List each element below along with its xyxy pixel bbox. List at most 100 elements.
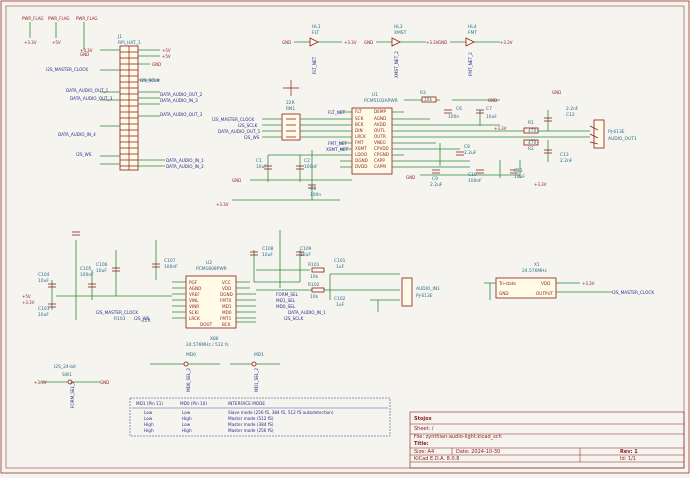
c101-value: 1uF — [336, 264, 345, 270]
hl1-gnd: GND — [282, 40, 291, 45]
r102-value: 10k — [310, 294, 319, 300]
x1-net-out: I2S_MASTER_CLOCK — [612, 290, 654, 295]
u2-pin-md1: MD1 — [222, 304, 232, 309]
hl4-net: FMT_NET_2 — [468, 52, 473, 76]
out-3v3: +3.3V — [494, 126, 507, 131]
u2-pin-bck: BCK — [222, 322, 231, 327]
u1-pin-capm: CAPM — [374, 164, 386, 169]
j1-value: RPi_HAT_1 — [118, 40, 141, 46]
x1-pin-out: OUTPUT — [536, 291, 554, 296]
u2-pin-lrck: LRCK — [189, 316, 200, 321]
u2-pin-agnd: AGND — [189, 286, 201, 291]
c104-ref: C104 — [38, 272, 50, 278]
sw-gnd: GND — [100, 380, 109, 385]
sw-md1-net: MD1_SEL_2 — [254, 368, 259, 392]
x1-value: 24.576MHz — [522, 268, 547, 274]
hl4-ref: HL4 — [468, 24, 477, 30]
u2-net-md1: MD1_SEL — [276, 298, 296, 303]
j1-net-out2: DATA_AUDIO_OUT_2 — [160, 92, 203, 97]
u1-pin-xsmt: XSMT — [355, 146, 367, 151]
u1-pin-capp: CAPP — [374, 158, 385, 163]
sw-md1-symbol — [251, 361, 257, 367]
hl1-ref: HL1 — [312, 24, 321, 30]
u1-pin-dvdd: DVDD — [355, 164, 367, 169]
c11-value: 10uF — [514, 174, 525, 180]
j1-net-out1: DATA_AUDIO_OUT_1 — [66, 88, 109, 93]
rn1-value: 22R — [286, 100, 295, 106]
u1-ref: U1 — [372, 92, 378, 98]
u2-pin-scki: SCKI — [189, 310, 199, 315]
table-cell: High — [182, 416, 192, 421]
hl4-3v3: +3.3V — [500, 40, 513, 45]
u1-pin-agnd: AGND — [374, 116, 386, 121]
r102-ref: R102 — [308, 282, 320, 288]
rail-5v-a: +5V — [52, 40, 61, 45]
table-cell: High — [144, 422, 154, 427]
u2-rail-5v: +5V — [22, 294, 31, 299]
u2-net-sclk: I2S_SCLK — [284, 316, 304, 321]
table-cell: Slave mode (256 fS, 384 fS, 512 fS autod… — [228, 410, 334, 415]
c108-ref: C108 — [262, 246, 274, 252]
j1-ref: J1 — [117, 34, 122, 40]
u1-pin-lrck: LRCK — [355, 134, 366, 139]
jack-in-label: AUDIO_IN1 — [416, 286, 440, 292]
u1-pin-cpvdd: CPVDD — [374, 146, 389, 151]
out-3v3-b: +3.3V — [534, 182, 547, 187]
j1-rail-3v3: +3.3V — [80, 48, 93, 53]
rn1-body — [281, 113, 301, 141]
out-gnd-top: GND — [488, 98, 497, 103]
c12-ref: C12 — [566, 112, 575, 118]
jack-out-label: AUDIO_OUT1 — [608, 136, 637, 142]
c105-ref: C105 — [80, 266, 92, 272]
u2-pin-fmt0: FMT0 — [220, 298, 232, 303]
hl1-3v3: +3.3V — [344, 40, 357, 45]
title-size: Size: A4 — [414, 449, 434, 455]
out-gnd-bottom: GND — [406, 175, 415, 180]
c106-ref: C106 — [96, 262, 108, 268]
u1-pin-outr: OUTR — [374, 134, 386, 139]
title-id: Id: 1/1 — [620, 456, 636, 462]
hl3-value: XMST — [394, 30, 407, 36]
c11-ref: C11 — [514, 168, 523, 174]
j1-net-in4: DATA_AUDIO_IN_4 — [58, 132, 96, 137]
x1-pin-gnd: GND — [499, 291, 509, 296]
title-date: Date: 2024-10-30 — [456, 449, 500, 455]
sw-label: I2S_24-bit — [54, 364, 76, 370]
title-label: Title: — [414, 441, 429, 447]
jack-out-body — [593, 119, 605, 149]
c101-ref: C101 — [334, 258, 346, 264]
hl3-gnd: GND — [364, 40, 373, 45]
r1-value: 470 — [528, 128, 537, 134]
u2-pin-md0: MD0 — [222, 310, 232, 315]
r1-ref: R1 — [528, 120, 534, 126]
c1-ref: C1 — [256, 158, 262, 164]
c108-value: 10uF — [262, 252, 273, 258]
x1-freq-note: 24.576MHz / 512 fs — [186, 342, 229, 348]
c102-value: 1uF — [336, 302, 345, 308]
c13-ref: C13 — [560, 152, 569, 158]
schematic-canvas: PWR_FLAG PWR_FLAG PWR_FLAG +3.3V +5V GND… — [0, 0, 690, 474]
r2-value: 470 — [528, 140, 537, 146]
j1-net-master-clock: I2S_MASTER_CLOCK — [46, 67, 88, 72]
u2-value: PCM1808PWR — [196, 266, 227, 272]
u1-value: PCM5102APWR — [364, 98, 398, 104]
c8-ref: C8 — [464, 144, 470, 150]
r101-value: 10k — [310, 274, 319, 280]
table-cell: Master mode (384 fS) — [228, 422, 274, 427]
schematic-sheet: PWR_FLAG PWR_FLAG PWR_FLAG +3.3V +5V GND… — [0, 0, 690, 474]
u1-net-xsmt: XSMT_NET — [326, 147, 349, 152]
c10-ref: C10 — [468, 172, 477, 178]
u2-pin-vinr: VINR — [189, 304, 199, 309]
c10-value: 100nF — [468, 178, 482, 184]
j1-rail-gnd: GND — [152, 62, 161, 67]
hl1-net: FLT_NET — [312, 56, 317, 74]
c107-ref: C107 — [164, 258, 176, 264]
table-cell: Low — [144, 410, 153, 415]
x1-pin-vdd: VDD — [541, 281, 550, 286]
rn1-ref: RN1 — [286, 106, 295, 112]
title-rev: Rev: 1 — [620, 449, 638, 455]
j1-net-in1: DATA_AUDIO_IN_1 — [166, 158, 204, 163]
c107-value: 100nF — [164, 264, 178, 270]
table-header-mode: INTERFACE MODE — [228, 401, 265, 406]
r101-body — [311, 267, 325, 273]
